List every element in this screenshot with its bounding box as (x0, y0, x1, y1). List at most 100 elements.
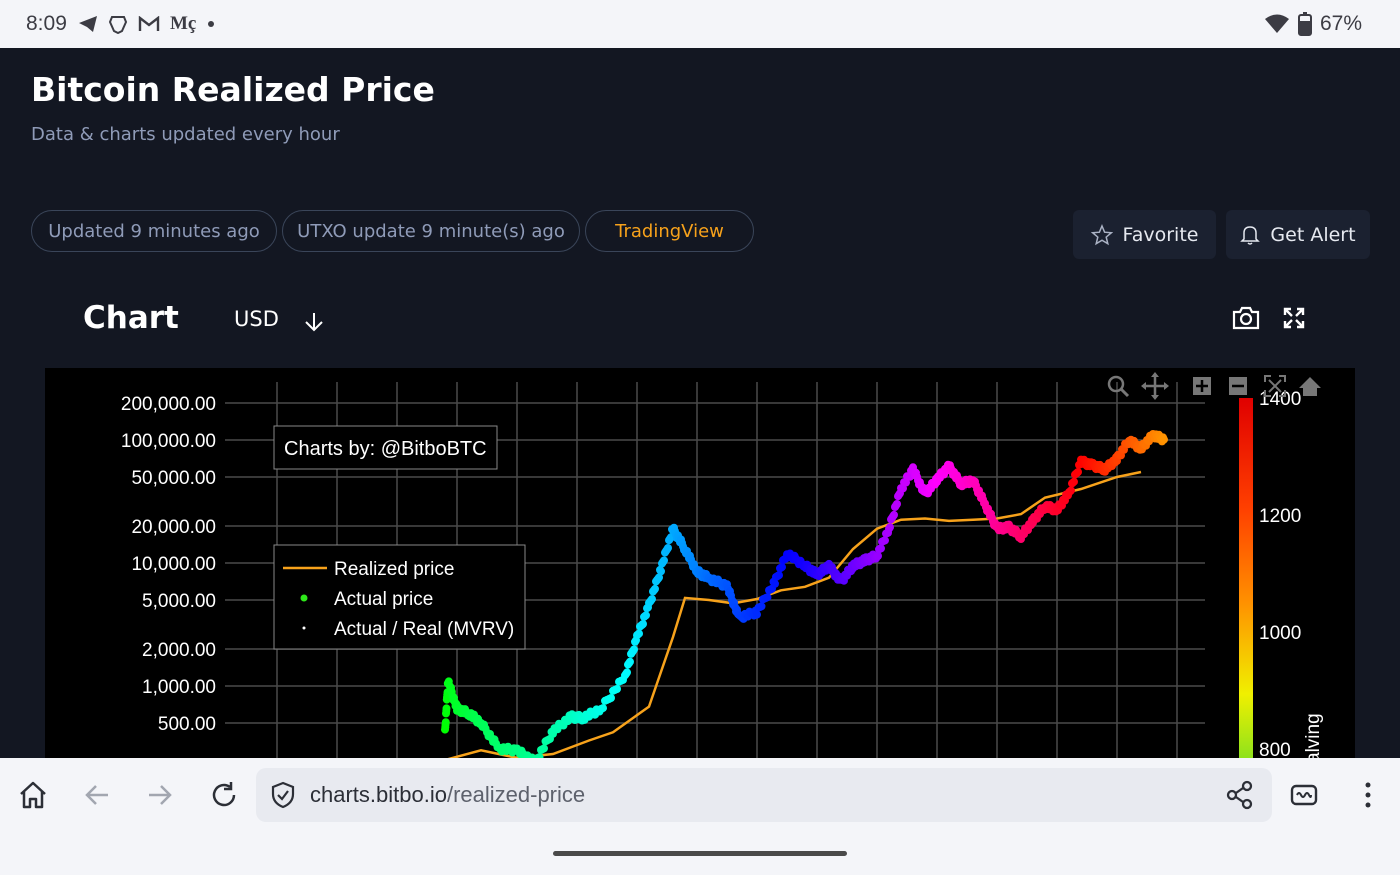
utxo-update-pill: UTXO update 9 minute(s) ago (282, 210, 580, 252)
alert-label: Get Alert (1270, 223, 1356, 246)
reload-icon[interactable] (209, 780, 239, 810)
legend-item: Actual / Real (MVRV) (334, 619, 514, 640)
legend-dot-actual (300, 594, 308, 602)
actual-price-point (613, 685, 621, 693)
actual-price-point (886, 523, 894, 532)
actual-price-point (775, 571, 783, 580)
telegram-icon (79, 16, 97, 32)
back-arrow-icon[interactable] (82, 780, 112, 810)
forward-arrow-icon[interactable] (145, 780, 175, 810)
currency-select[interactable]: USD (234, 307, 279, 331)
y-tick-label: 2,000.00 (142, 640, 216, 661)
chart-watermark: Charts by: @BitboBTC (273, 425, 498, 470)
page-subtitle: Data & charts updated every hour (31, 124, 340, 145)
chart-legend: Realized price Actual price Actual / Rea… (273, 544, 526, 650)
watermark-text: Charts by: @BitboBTC (284, 438, 487, 460)
actual-price-point (874, 552, 882, 560)
zoom-icon[interactable] (1107, 375, 1130, 398)
chart-heading: Chart (83, 300, 179, 336)
reset-home-icon[interactable] (1299, 377, 1321, 396)
wifi-icon (1264, 14, 1289, 33)
legend-item: Actual price (334, 589, 433, 610)
more-menu-icon[interactable] (1362, 780, 1374, 810)
page-title: Bitcoin Realized Price (31, 70, 435, 109)
y-tick-label: 5,000.00 (142, 591, 216, 612)
share-icon[interactable] (1226, 780, 1254, 810)
status-bar: 8:09 Mç 67% (0, 0, 1400, 48)
camera-icon[interactable] (1232, 306, 1260, 330)
star-icon (1090, 223, 1113, 245)
updated-pill: Updated 9 minutes ago (31, 210, 277, 252)
actual-price-point (753, 610, 761, 619)
url-path: /realized-price (446, 782, 586, 807)
actual-price-point (1074, 468, 1082, 476)
legend-dot-mvrv (302, 626, 306, 630)
get-alert-button[interactable]: Get Alert (1226, 210, 1370, 259)
dot-icon (208, 21, 215, 27)
y-tick-label: 10,000.00 (131, 554, 216, 575)
chart-container: 200,000.00 100,000.00 50,000.00 20,000.00 10… (45, 368, 1355, 758)
gesture-bar[interactable] (553, 851, 847, 856)
url-text[interactable]: charts.bitbo.io/realized-price (310, 782, 585, 808)
status-time: 8:09 (26, 12, 67, 35)
battery-icon (1297, 12, 1312, 36)
actual-price-point (660, 556, 668, 565)
gmail-icon (138, 16, 160, 31)
colorbar-tick: 800 (1259, 740, 1291, 758)
favorite-label: Favorite (1122, 223, 1199, 246)
url-bar[interactable]: charts.bitbo.io/realized-price (256, 768, 1272, 822)
y-tick-label: 50,000.00 (131, 468, 216, 489)
battery-percent: 67% (1319, 12, 1362, 35)
actual-price-point (1070, 477, 1078, 486)
actual-price-series (441, 430, 1168, 758)
tabs-icon[interactable] (1289, 780, 1319, 810)
brave-icon (108, 16, 128, 34)
pan-icon[interactable] (1141, 372, 1169, 400)
actual-price-point (1160, 435, 1168, 444)
realized-price-chart[interactable]: 200,000.00 100,000.00 50,000.00 20,000.00 10… (45, 368, 1355, 758)
y-tick-label: 20,000.00 (131, 517, 216, 538)
favorite-button[interactable]: Favorite (1073, 210, 1216, 259)
y-tick-label: 100,000.00 (121, 431, 216, 452)
actual-price-point (607, 694, 615, 702)
tradingview-link[interactable]: TradingView (585, 210, 754, 252)
fullscreen-icon[interactable] (1282, 306, 1306, 330)
colorbar-tick: 1200 (1259, 506, 1301, 527)
actual-price-point (642, 611, 650, 620)
actual-price-point (778, 563, 786, 572)
actual-price-point (664, 544, 672, 552)
colorbar-title: alving (1303, 713, 1324, 758)
home-icon[interactable] (18, 780, 48, 810)
actual-price-point (540, 744, 548, 753)
actual-price-point (657, 567, 665, 576)
arrow-down-icon[interactable] (303, 310, 325, 334)
actual-price-point (599, 704, 607, 713)
browser-toolbar: charts.bitbo.io/realized-price (0, 758, 1400, 875)
zoom-in-icon[interactable] (1193, 377, 1211, 395)
y-tick-label: 200,000.00 (121, 394, 216, 415)
url-domain: charts.bitbo.io (310, 782, 447, 807)
actual-price-point (630, 645, 638, 654)
actual-price-point (626, 657, 634, 666)
actual-price-point (442, 704, 451, 713)
colorbar (1239, 398, 1253, 758)
notification-icons: Mç (78, 13, 216, 35)
actual-price-point (1067, 486, 1075, 495)
shield-icon[interactable] (270, 781, 296, 809)
actual-price-point (623, 668, 631, 677)
actual-price-point (651, 584, 659, 593)
y-tick-label: 1,000.00 (142, 677, 216, 698)
y-tick-label: 500.00 (158, 714, 216, 735)
bell-icon (1240, 225, 1261, 245)
actual-price-point (771, 579, 779, 588)
actual-price-point (441, 718, 450, 727)
legend-item: Realized price (334, 559, 454, 580)
actual-price-point (890, 510, 898, 519)
zoom-out-icon[interactable] (1229, 377, 1247, 395)
y-axis-labels: 200,000.00 100,000.00 50,000.00 20,000.00 10… (121, 394, 216, 735)
page-content: Bitcoin Realized Price Data & charts upd… (0, 48, 1400, 758)
status-right: 67% (1264, 12, 1362, 36)
actual-price-point (893, 500, 901, 508)
actual-price-point (763, 593, 772, 602)
actual-price-point (648, 595, 656, 604)
